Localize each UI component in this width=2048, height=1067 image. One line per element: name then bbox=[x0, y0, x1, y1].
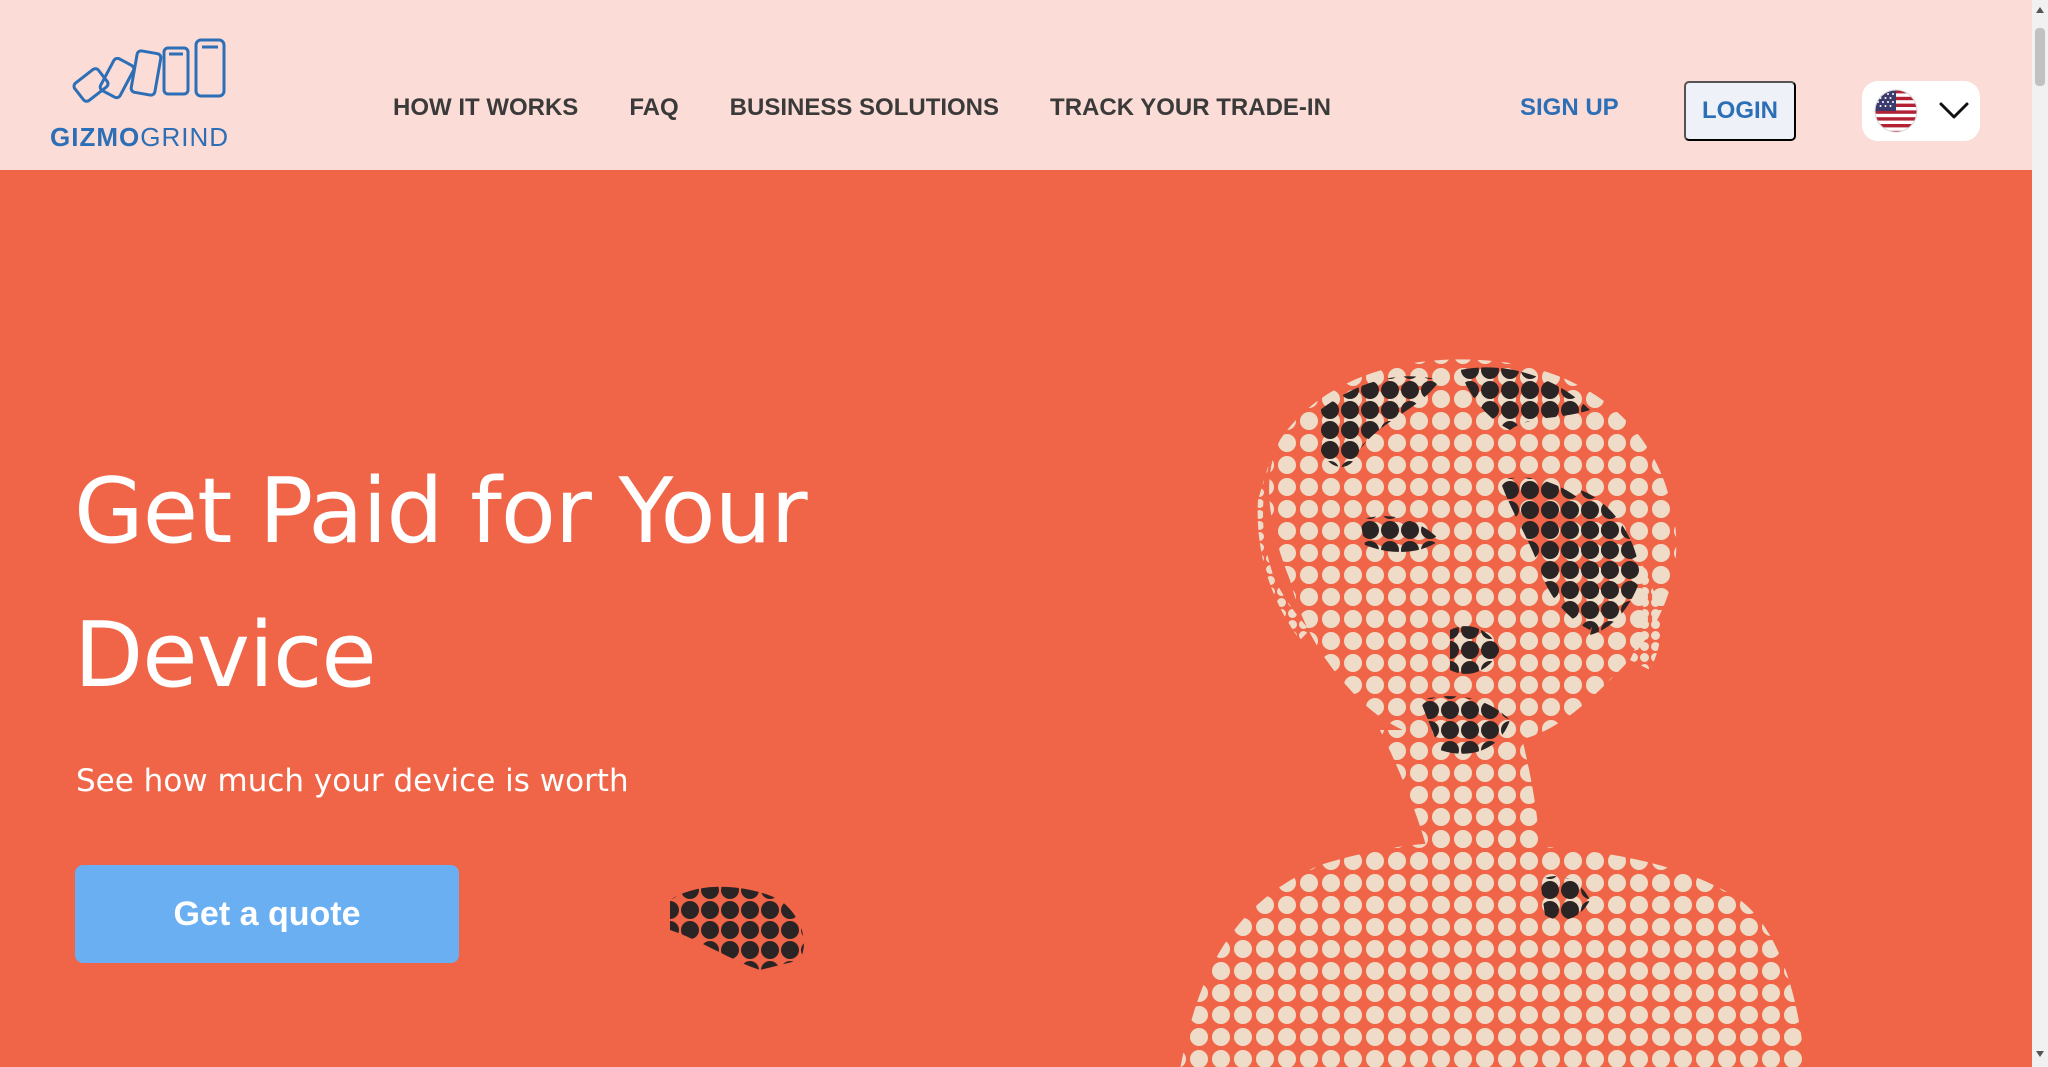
site-header: GIZMOGRIND HOW IT WORKS FAQ BUSINESS SOL… bbox=[0, 0, 2032, 170]
scroll-down-arrow-icon[interactable] bbox=[2036, 1050, 2044, 1058]
logo-wordmark: GIZMOGRIND bbox=[50, 122, 229, 153]
us-flag-icon bbox=[1874, 89, 1918, 133]
nav-track-trade-in[interactable]: TRACK YOUR TRADE-IN bbox=[1050, 92, 1331, 124]
nav-how-it-works[interactable]: HOW IT WORKS bbox=[393, 92, 578, 124]
hero-subheadline: See how much your device is worth bbox=[76, 763, 629, 799]
language-selector[interactable] bbox=[1862, 81, 1980, 141]
scroll-thumb[interactable] bbox=[2035, 28, 2045, 86]
nav-business-solutions[interactable]: BUSINESS SOLUTIONS bbox=[730, 92, 999, 124]
devices-logo-icon bbox=[72, 38, 226, 103]
chevron-down-icon bbox=[1939, 102, 1969, 119]
logo-word-thin: GRIND bbox=[140, 122, 229, 152]
scroll-up-arrow-icon[interactable] bbox=[2036, 6, 2044, 14]
main-nav: HOW IT WORKS FAQ BUSINESS SOLUTIONS TRAC… bbox=[393, 92, 1382, 124]
login-button[interactable]: LOGIN bbox=[1684, 81, 1796, 141]
page: GIZMOGRIND HOW IT WORKS FAQ BUSINESS SOL… bbox=[0, 0, 2048, 1067]
nav-faq[interactable]: FAQ bbox=[629, 92, 678, 124]
get-a-quote-button[interactable]: Get a quote bbox=[75, 865, 459, 963]
vertical-scrollbar[interactable] bbox=[2032, 0, 2048, 1067]
hero-section: Get Paid for Your Device See how much yo… bbox=[0, 170, 2032, 1067]
sign-up-link[interactable]: SIGN UP bbox=[1520, 92, 1619, 124]
gizmogrind-logo[interactable]: GIZMOGRIND bbox=[48, 36, 278, 152]
logo-word-bold: GIZMO bbox=[50, 122, 141, 152]
hero-headline: Get Paid for Your Device bbox=[74, 459, 808, 708]
